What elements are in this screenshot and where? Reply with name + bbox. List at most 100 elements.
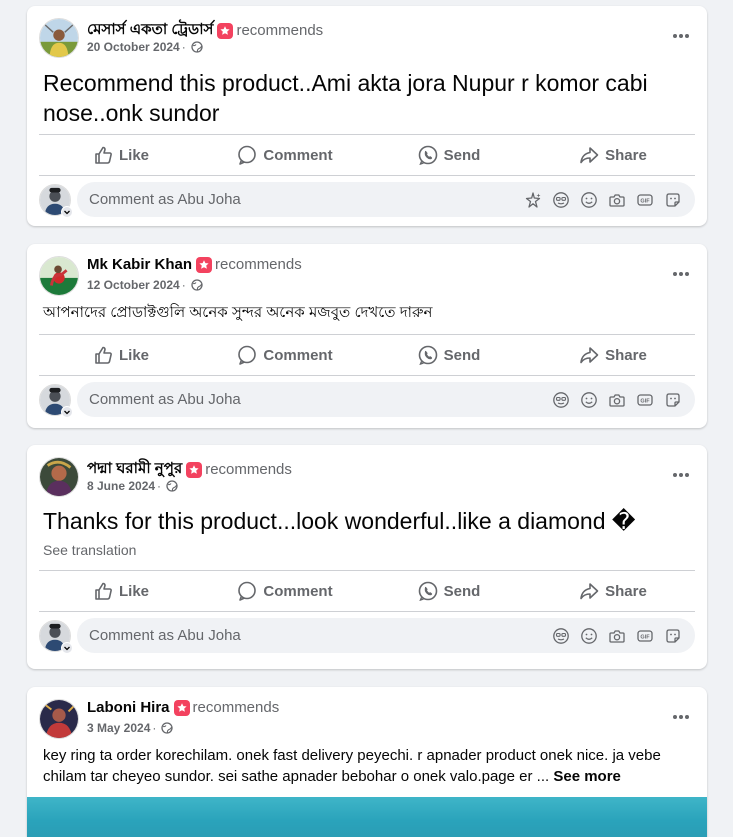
like-icon [95,582,112,600]
send-button[interactable]: Send [367,571,531,611]
comment-input[interactable]: Comment as Abu Joha [77,182,695,217]
more-options-button[interactable] [669,266,693,282]
like-button[interactable]: Like [39,335,203,375]
meta-separator: · [157,479,162,493]
author-name[interactable]: Mk Kabir Khan [87,256,192,273]
comment-button[interactable]: Comment [203,335,367,375]
post-card: Mk Kabir Khan recommends 12 October 2024… [27,244,707,428]
emoji-icon[interactable] [580,627,598,645]
chevron-down-icon[interactable] [61,406,73,418]
action-bar: Like Comment Send Share [39,570,695,612]
comment-placeholder: Comment as Abu Joha [89,627,241,644]
comment-label: Comment [263,582,333,600]
like-button[interactable]: Like [39,571,203,611]
post-header: মেসার্স একতা ট্রেডার্স recommends 20 Oct… [27,6,707,62]
send-label: Send [443,346,481,364]
chevron-down-icon[interactable] [61,206,73,218]
sparkle-icon[interactable] [524,191,542,209]
meta-separator: · [181,40,186,54]
author-name[interactable]: Laboni Hira [87,699,170,716]
post-date[interactable]: 12 October 2024 [87,278,180,292]
post-header: Laboni Hira recommends 3 May 2024 · [27,687,707,743]
action-bar: Like Comment Send Share [39,334,695,376]
post-meta: 8 June 2024 · [87,479,178,493]
comment-input[interactable]: Comment as Abu Joha [77,618,695,653]
share-button[interactable]: Share [531,135,695,175]
avatar-sticker-icon[interactable] [552,391,570,409]
post-text: Thanks for this product...look wonderful… [43,508,636,534]
sticker-icon[interactable] [664,391,682,409]
whatsapp-icon [418,145,437,165]
comment-icon [238,145,257,165]
post-meta: 12 October 2024 · [87,278,203,292]
avatar-sticker-icon[interactable] [552,191,570,209]
more-options-button[interactable] [669,28,693,44]
recommend-icon [217,22,234,39]
share-button[interactable]: Share [531,571,695,611]
camera-icon[interactable] [608,391,626,409]
share-label: Share [605,146,647,164]
like-icon [95,346,112,364]
meta-separator: · [181,278,186,292]
comment-label: Comment [263,346,333,364]
gif-icon[interactable] [636,627,654,645]
comment-tools [519,191,695,209]
send-label: Send [443,146,481,164]
dots-icon [673,715,689,719]
comment-tools [547,391,695,409]
recommends-label: recommends [205,461,292,478]
post-date[interactable]: 8 June 2024 [87,479,155,493]
globe-icon [166,480,178,492]
comment-button[interactable]: Comment [203,571,367,611]
send-button[interactable]: Send [367,135,531,175]
author-avatar[interactable] [39,457,79,497]
camera-icon[interactable] [608,191,626,209]
comment-tools [547,627,695,645]
comment-input[interactable]: Comment as Abu Joha [77,382,695,417]
comment-button[interactable]: Comment [203,135,367,175]
post-header: পদ্মা ঘরামী নুপুর recommends 8 June 2024… [27,445,707,501]
recommends-label: recommends [215,256,302,273]
recommend-icon [186,461,203,478]
gif-icon[interactable] [636,391,654,409]
like-button[interactable]: Like [39,135,203,175]
post-card: মেসার্স একতা ট্রেডার্স recommends 20 Oct… [27,6,707,226]
post-meta: 3 May 2024 · [87,721,174,735]
camera-icon[interactable] [608,627,626,645]
share-icon [580,347,599,364]
recommend-icon [196,256,213,273]
like-icon [95,146,112,164]
more-options-button[interactable] [669,709,693,725]
share-icon [580,147,599,164]
comment-placeholder: Comment as Abu Joha [89,391,241,408]
share-label: Share [605,346,647,364]
share-button[interactable]: Share [531,335,695,375]
comment-composer: Comment as Abu Joha [39,612,695,660]
author-avatar[interactable] [39,18,79,58]
whatsapp-icon [418,581,437,601]
post-photo[interactable] [27,797,707,837]
post-date[interactable]: 20 October 2024 [87,40,180,54]
sticker-icon[interactable] [664,627,682,645]
send-button[interactable]: Send [367,335,531,375]
sticker-icon[interactable] [664,191,682,209]
emoji-icon[interactable] [580,391,598,409]
author-avatar[interactable] [39,256,79,296]
more-options-button[interactable] [669,467,693,483]
dots-icon [673,473,689,477]
author-line: Mk Kabir Khan recommends [87,256,302,273]
gif-icon[interactable] [636,191,654,209]
see-translation-link[interactable]: See translation [27,536,707,570]
whatsapp-icon [418,345,437,365]
see-more-link[interactable]: See more [553,768,621,785]
author-avatar[interactable] [39,699,79,739]
globe-icon [191,41,203,53]
emoji-icon[interactable] [580,191,598,209]
share-label: Share [605,582,647,600]
post-date[interactable]: 3 May 2024 [87,721,150,735]
recommend-icon [173,699,190,716]
comment-placeholder: Comment as Abu Joha [89,191,241,208]
chevron-down-icon[interactable] [61,642,73,654]
avatar-sticker-icon[interactable] [552,627,570,645]
author-line: Laboni Hira recommends [87,699,279,716]
